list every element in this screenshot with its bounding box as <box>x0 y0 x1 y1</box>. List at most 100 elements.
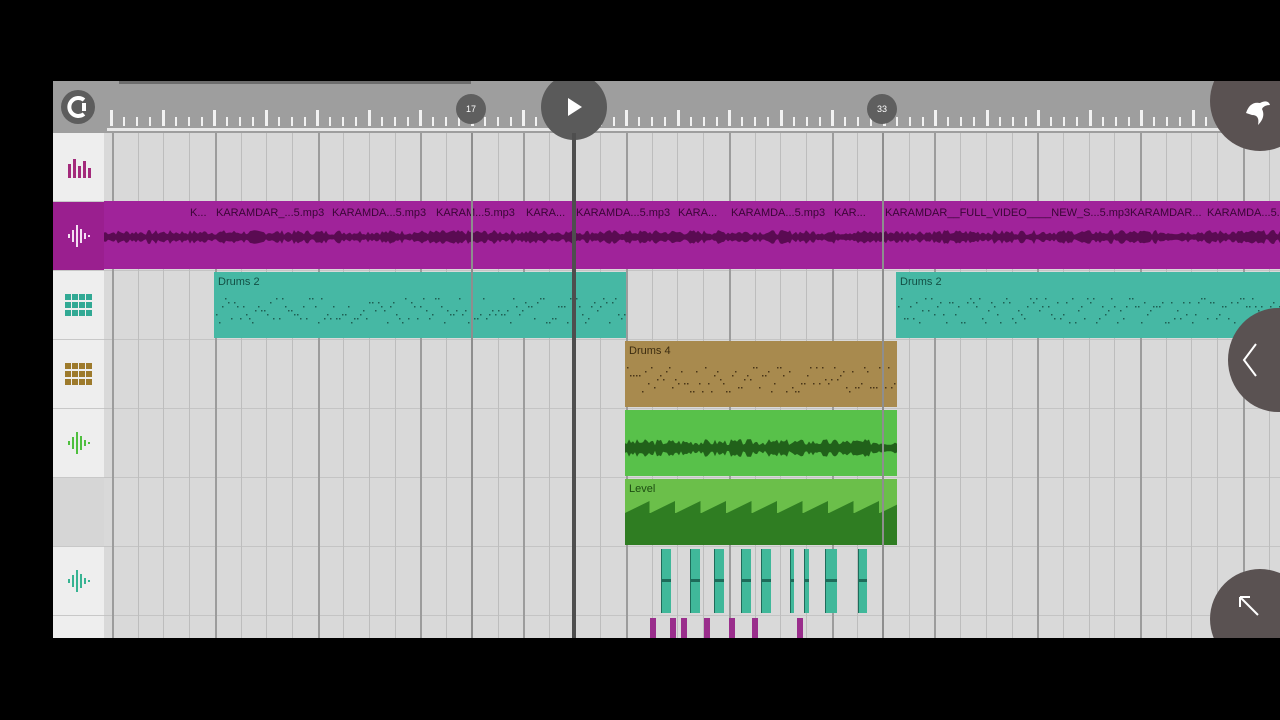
note <box>411 302 413 304</box>
audio-hit-clip[interactable] <box>804 549 809 613</box>
audio-hit-clip[interactable] <box>714 549 724 613</box>
ruler-tick <box>187 117 190 126</box>
bar-marker-33[interactable]: 33 <box>867 94 897 124</box>
audio-hit-clip[interactable] <box>741 549 751 613</box>
note <box>1087 298 1089 300</box>
note <box>813 383 815 385</box>
note <box>1024 318 1026 320</box>
audio-hit-clip[interactable] <box>704 618 710 638</box>
track-header-drums-4[interactable] <box>53 340 104 409</box>
note <box>1237 302 1239 304</box>
audio-hit-clip[interactable] <box>670 618 676 638</box>
bar-marker-17[interactable]: 17 <box>456 94 486 124</box>
note <box>321 298 323 300</box>
audio-hit-clip[interactable] <box>661 549 671 613</box>
note <box>486 318 488 320</box>
ruler-tick <box>483 117 486 126</box>
track-row-mixer[interactable] <box>104 133 1280 202</box>
audio-hit-clip[interactable] <box>681 618 687 638</box>
note <box>1189 302 1191 304</box>
note <box>495 314 497 316</box>
audio-hit-clip[interactable] <box>729 618 735 638</box>
audio-hit-clip[interactable] <box>752 618 758 638</box>
ruler-tick <box>1166 117 1168 126</box>
note <box>1126 306 1128 308</box>
note <box>864 367 866 369</box>
note <box>648 383 650 385</box>
track-header-audio[interactable] <box>53 202 104 271</box>
ruler-tick <box>316 110 319 126</box>
note <box>276 298 278 300</box>
ruler-tick <box>831 110 834 126</box>
note <box>585 322 587 324</box>
note <box>1174 318 1176 320</box>
audio-hit-clip[interactable] <box>858 549 867 613</box>
note <box>702 391 704 393</box>
arrangement-grid[interactable]: K... KARAMDAR_...5.mp3 KARAMDA...5.mp3 KARA… <box>104 133 1280 638</box>
audio-clip-label: KARAMDA...5. <box>1207 207 1280 219</box>
note <box>549 322 551 324</box>
note <box>1114 306 1116 308</box>
snap-button[interactable] <box>61 90 95 124</box>
ruler-tick <box>277 117 280 126</box>
track-header-automation[interactable] <box>53 478 104 547</box>
clip-drums-2-a[interactable]: Drums 2 <box>214 272 626 338</box>
track-header-partial[interactable] <box>53 616 104 638</box>
note <box>606 302 608 304</box>
ruler-tick <box>1076 117 1078 126</box>
clip-drums-2-b[interactable]: Drums 2 <box>896 272 1280 338</box>
track-header-drums-2[interactable] <box>53 271 104 340</box>
note <box>672 387 674 389</box>
audio-clip-label: KARAMDA...5.mp3 <box>332 207 427 219</box>
note <box>675 379 677 381</box>
note <box>1180 318 1182 320</box>
note <box>429 318 431 320</box>
ruler-tick <box>535 117 537 126</box>
scroll-indicator[interactable] <box>119 81 471 84</box>
track-header-audio-2[interactable] <box>53 409 104 478</box>
note <box>1054 318 1056 320</box>
audio-hit-clip[interactable] <box>790 549 794 613</box>
note <box>459 298 461 300</box>
audio-clip-green[interactable] <box>625 410 897 476</box>
track-row-partial[interactable] <box>104 616 1280 638</box>
hit-waveform <box>826 579 837 582</box>
track-header-mixer[interactable] <box>53 133 104 202</box>
note <box>1156 306 1158 308</box>
note <box>312 298 314 300</box>
play-button[interactable] <box>541 81 607 140</box>
note <box>558 306 560 308</box>
audio-clip-label: KARAMDAR... <box>1130 207 1202 219</box>
audio-clip-karamdar[interactable]: K... KARAMDAR_...5.mp3 KARAMDA...5.mp3 KARA… <box>104 201 1280 269</box>
note <box>1021 314 1023 316</box>
audio-hit-clip[interactable] <box>650 618 656 638</box>
note <box>351 322 353 324</box>
note <box>1168 322 1170 324</box>
note <box>852 371 854 373</box>
note <box>744 379 746 381</box>
note <box>867 371 869 373</box>
track-header-audio-3[interactable] <box>53 547 104 616</box>
ruler-tick <box>380 117 383 126</box>
ruler-tick <box>985 110 989 126</box>
note <box>777 367 779 369</box>
timeline-ruler[interactable]: 17 33 <box>53 81 1280 140</box>
note <box>732 375 734 377</box>
audio-hit-clip[interactable] <box>761 549 771 613</box>
note <box>891 387 893 389</box>
note <box>417 318 419 320</box>
automation-clip-level[interactable]: Level <box>625 479 897 545</box>
note <box>537 302 539 304</box>
audio-hit-clip[interactable] <box>690 549 700 613</box>
ruler-tick <box>1063 117 1065 126</box>
note <box>901 298 903 300</box>
playhead[interactable] <box>572 133 576 638</box>
ruler-tick <box>1191 110 1195 126</box>
note <box>576 298 578 300</box>
note <box>696 371 698 373</box>
audio-hit-clip[interactable] <box>825 549 837 613</box>
clip-drums-4[interactable]: Drums 4 <box>625 341 897 407</box>
note <box>1261 306 1263 308</box>
audio-hit-clip[interactable] <box>797 618 803 638</box>
note <box>705 367 707 369</box>
